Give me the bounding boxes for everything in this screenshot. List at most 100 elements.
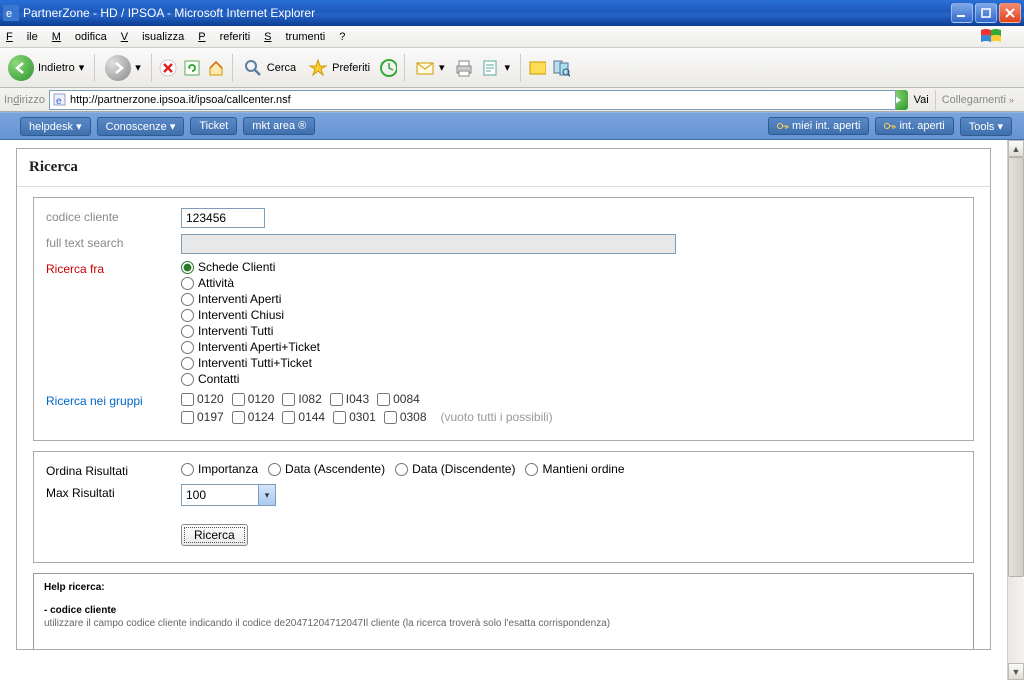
windows-logo-icon xyxy=(978,24,1004,50)
maximize-button[interactable] xyxy=(975,3,997,23)
app-icon: e xyxy=(3,5,19,21)
ricerca-fra-opt[interactable]: Contatti xyxy=(181,372,961,386)
menu-help[interactable]: ? xyxy=(339,31,345,43)
ordina-opt[interactable]: Data (Discendente) xyxy=(395,462,515,476)
star-icon xyxy=(308,58,328,78)
ordina-opt[interactable]: Importanza xyxy=(181,462,258,476)
ordina-opt[interactable]: Data (Ascendente) xyxy=(268,462,385,476)
gruppo-checkbox[interactable]: 0197 xyxy=(181,410,224,424)
menu-strumenti[interactable]: Strumenti xyxy=(264,31,325,43)
chevron-down-icon: ▾ xyxy=(79,61,85,74)
app-nav-bar: helpdesk ▾ Conoscenze ▾ Ticket mkt area … xyxy=(0,112,1024,140)
search-form-lower: Ordina Risultati Importanza Data (Ascend… xyxy=(33,451,974,563)
ricerca-fra-label: Ricerca fra xyxy=(46,260,181,276)
ricerca-fra-opt[interactable]: Interventi Tutti+Ticket xyxy=(181,356,961,370)
ricerca-gruppi-group: 0120 0120 I082 I043 0084 0197 0124 0144 … xyxy=(181,392,961,424)
forward-button[interactable]: ▾ xyxy=(101,53,145,83)
gruppi-hint: (vuoto tutti i possibili) xyxy=(441,410,553,424)
fulltext-input[interactable] xyxy=(181,234,676,254)
ricerca-gruppi-label: Ricerca nei gruppi xyxy=(46,392,181,408)
ricerca-fra-opt[interactable]: Schede Clienti xyxy=(181,260,961,274)
menu-modifica[interactable]: Modifica xyxy=(52,31,107,43)
address-bar: Indirizzo e ▾ Vai Collegamenti » xyxy=(0,88,1024,112)
ie-toolbar: Indietro ▾ ▾ Cerca Preferiti ▾ ▾ xyxy=(0,48,1024,88)
gruppo-checkbox[interactable]: 0084 xyxy=(377,392,420,406)
menu-preferiti[interactable]: Preferiti xyxy=(198,31,250,43)
max-risultati-select[interactable]: 100 ▾ xyxy=(181,484,276,506)
help-title: Help ricerca: xyxy=(44,582,963,593)
search-form-upper: codice cliente full text search Ricerca … xyxy=(33,197,974,441)
chevron-down-icon: ▾ xyxy=(439,61,445,74)
nav-helpdesk[interactable]: helpdesk ▾ xyxy=(20,117,91,136)
url-input[interactable] xyxy=(49,90,896,110)
ricerca-fra-opt[interactable]: Interventi Aperti+Ticket xyxy=(181,340,961,354)
ricerca-fra-opt[interactable]: Attività xyxy=(181,276,961,290)
window-titlebar: e PartnerZone - HD / IPSOA - Microsoft I… xyxy=(0,0,1024,26)
menu-file[interactable]: File xyxy=(6,31,38,43)
collegamenti-button[interactable]: Collegamenti » xyxy=(935,90,1020,110)
help-text: utilizzare il campo codice cliente indic… xyxy=(44,618,963,629)
key-icon xyxy=(884,121,896,131)
nav-miei-int-aperti[interactable]: miei int. aperti xyxy=(768,117,869,135)
nav-conoscenze[interactable]: Conoscenze ▾ xyxy=(97,117,185,136)
window-title: PartnerZone - HD / IPSOA - Microsoft Int… xyxy=(23,6,315,20)
go-label: Vai xyxy=(914,94,929,106)
edit-button[interactable]: ▾ xyxy=(477,57,515,79)
gruppo-checkbox[interactable]: 0120 xyxy=(181,392,224,406)
history-button[interactable] xyxy=(378,58,398,78)
vertical-scrollbar[interactable]: ▲ ▼ xyxy=(1007,140,1024,680)
search-button[interactable]: Cerca xyxy=(239,56,300,80)
mail-button[interactable]: ▾ xyxy=(411,57,449,79)
minimize-button[interactable] xyxy=(951,3,973,23)
ricerca-fra-opt[interactable]: Interventi Aperti xyxy=(181,292,961,306)
scroll-thumb[interactable] xyxy=(1008,157,1024,577)
page-title: Ricerca xyxy=(17,149,990,187)
help-subtitle: - codice cliente xyxy=(44,605,963,616)
menu-visualizza[interactable]: Visualizza xyxy=(121,31,185,43)
ricerca-fra-opt[interactable]: Interventi Chiusi xyxy=(181,308,961,322)
nav-int-aperti[interactable]: int. aperti xyxy=(875,117,953,135)
print-button[interactable] xyxy=(453,58,473,78)
menu-bar: File Modifica Visualizza Preferiti Strum… xyxy=(0,26,1024,48)
page-frame: Ricerca codice cliente full text search … xyxy=(16,148,991,650)
home-button[interactable] xyxy=(206,58,226,78)
discuss-button[interactable] xyxy=(527,58,547,78)
nav-ticket[interactable]: Ticket xyxy=(190,117,237,135)
help-section: Help ricerca: - codice cliente utilizzar… xyxy=(33,573,974,649)
ordina-group: Importanza Data (Ascendente) Data (Disce… xyxy=(181,462,961,476)
ricerca-fra-group: Schede Clienti Attività Interventi Apert… xyxy=(181,260,961,386)
address-label: Indirizzo xyxy=(4,94,45,106)
codice-cliente-label: codice cliente xyxy=(46,208,181,224)
chevron-down-icon: ▾ xyxy=(258,485,275,505)
gruppo-checkbox[interactable]: 0301 xyxy=(333,410,376,424)
research-button[interactable] xyxy=(551,58,571,78)
codice-cliente-input[interactable] xyxy=(181,208,265,228)
nav-mkt-area[interactable]: mkt area ® xyxy=(243,117,315,135)
gruppo-checkbox[interactable]: I082 xyxy=(282,392,321,406)
close-button[interactable] xyxy=(999,3,1021,23)
gruppo-checkbox[interactable]: I043 xyxy=(330,392,369,406)
max-risultati-label: Max Risultati xyxy=(46,484,181,500)
gruppo-checkbox[interactable]: 0124 xyxy=(232,410,275,424)
ricerca-fra-opt[interactable]: Interventi Tutti xyxy=(181,324,961,338)
search-icon xyxy=(243,58,263,78)
refresh-button[interactable] xyxy=(182,58,202,78)
gruppo-checkbox[interactable]: 0308 xyxy=(384,410,427,424)
nav-tools[interactable]: Tools ▾ xyxy=(960,117,1012,136)
content-area: Ricerca codice cliente full text search … xyxy=(0,140,1007,680)
stop-button[interactable] xyxy=(158,58,178,78)
svg-text:e: e xyxy=(56,96,62,107)
favorites-button[interactable]: Preferiti xyxy=(304,56,374,80)
scroll-up-button[interactable]: ▲ xyxy=(1008,140,1024,157)
chevron-down-icon: ▾ xyxy=(135,61,141,74)
gruppo-checkbox[interactable]: 0120 xyxy=(232,392,275,406)
ordina-label: Ordina Risultati xyxy=(46,462,181,478)
fulltext-label: full text search xyxy=(46,234,181,250)
page-icon: e xyxy=(52,92,67,107)
ricerca-button[interactable]: Ricerca xyxy=(181,524,248,546)
back-button[interactable]: Indietro ▾ xyxy=(4,53,88,83)
key-icon xyxy=(777,121,789,131)
scroll-down-button[interactable]: ▼ xyxy=(1008,663,1024,680)
ordina-opt[interactable]: Mantieni ordine xyxy=(525,462,624,476)
gruppo-checkbox[interactable]: 0144 xyxy=(282,410,325,424)
